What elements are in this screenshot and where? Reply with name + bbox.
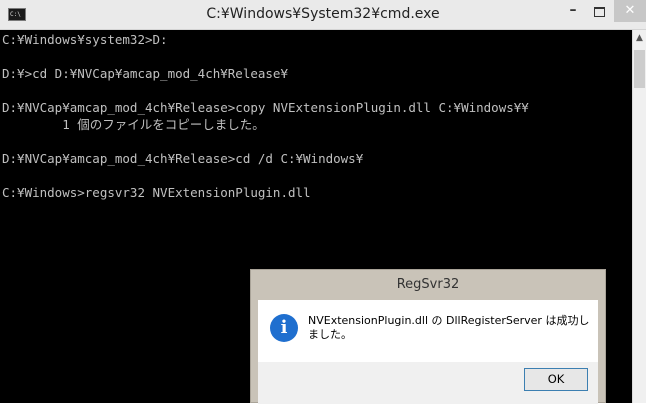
title-bar[interactable]: C:\ C:¥Windows¥System32¥cmd.exe – ✕	[0, 0, 646, 30]
dialog-message-line: ました。	[308, 328, 352, 341]
vertical-scrollbar[interactable]: ▲	[632, 30, 646, 403]
regsvr32-dialog: RegSvr32 i NVExtensionPlugin.dll の DllRe…	[250, 269, 606, 404]
console-line: 1 個のファイルをコピーしました。	[2, 117, 265, 132]
maximize-icon	[593, 7, 605, 17]
console-line: C:¥Windows>regsvr32 NVExtensionPlugin.dl…	[2, 185, 311, 200]
dialog-body: i NVExtensionPlugin.dll の DllRegisterSer…	[258, 300, 598, 362]
console-line: D:¥NVCap¥amcap_mod_4ch¥Release>copy NVEx…	[2, 100, 529, 115]
dialog-footer: OK	[258, 362, 598, 404]
maximize-button[interactable]	[586, 0, 612, 22]
scroll-thumb[interactable]	[634, 50, 645, 88]
dialog-message-line: NVExtensionPlugin.dll の DllRegisterServe…	[308, 314, 590, 327]
console-line: D:¥>cd D:¥NVCap¥amcap_mod_4ch¥Release¥	[2, 66, 288, 81]
console-line: C:¥Windows¥system32>D:	[2, 32, 168, 47]
scroll-up-arrow-icon[interactable]: ▲	[633, 30, 646, 47]
close-button[interactable]: ✕	[614, 0, 646, 22]
window-title: C:¥Windows¥System32¥cmd.exe	[206, 6, 440, 22]
dialog-message: NVExtensionPlugin.dll の DllRegisterServe…	[308, 314, 593, 342]
minimize-button[interactable]: –	[560, 0, 586, 22]
ok-button[interactable]: OK	[524, 368, 588, 391]
info-icon: i	[270, 314, 298, 342]
dialog-title[interactable]: RegSvr32	[251, 270, 605, 300]
console-line: D:¥NVCap¥amcap_mod_4ch¥Release>cd /d C:¥…	[2, 151, 364, 166]
